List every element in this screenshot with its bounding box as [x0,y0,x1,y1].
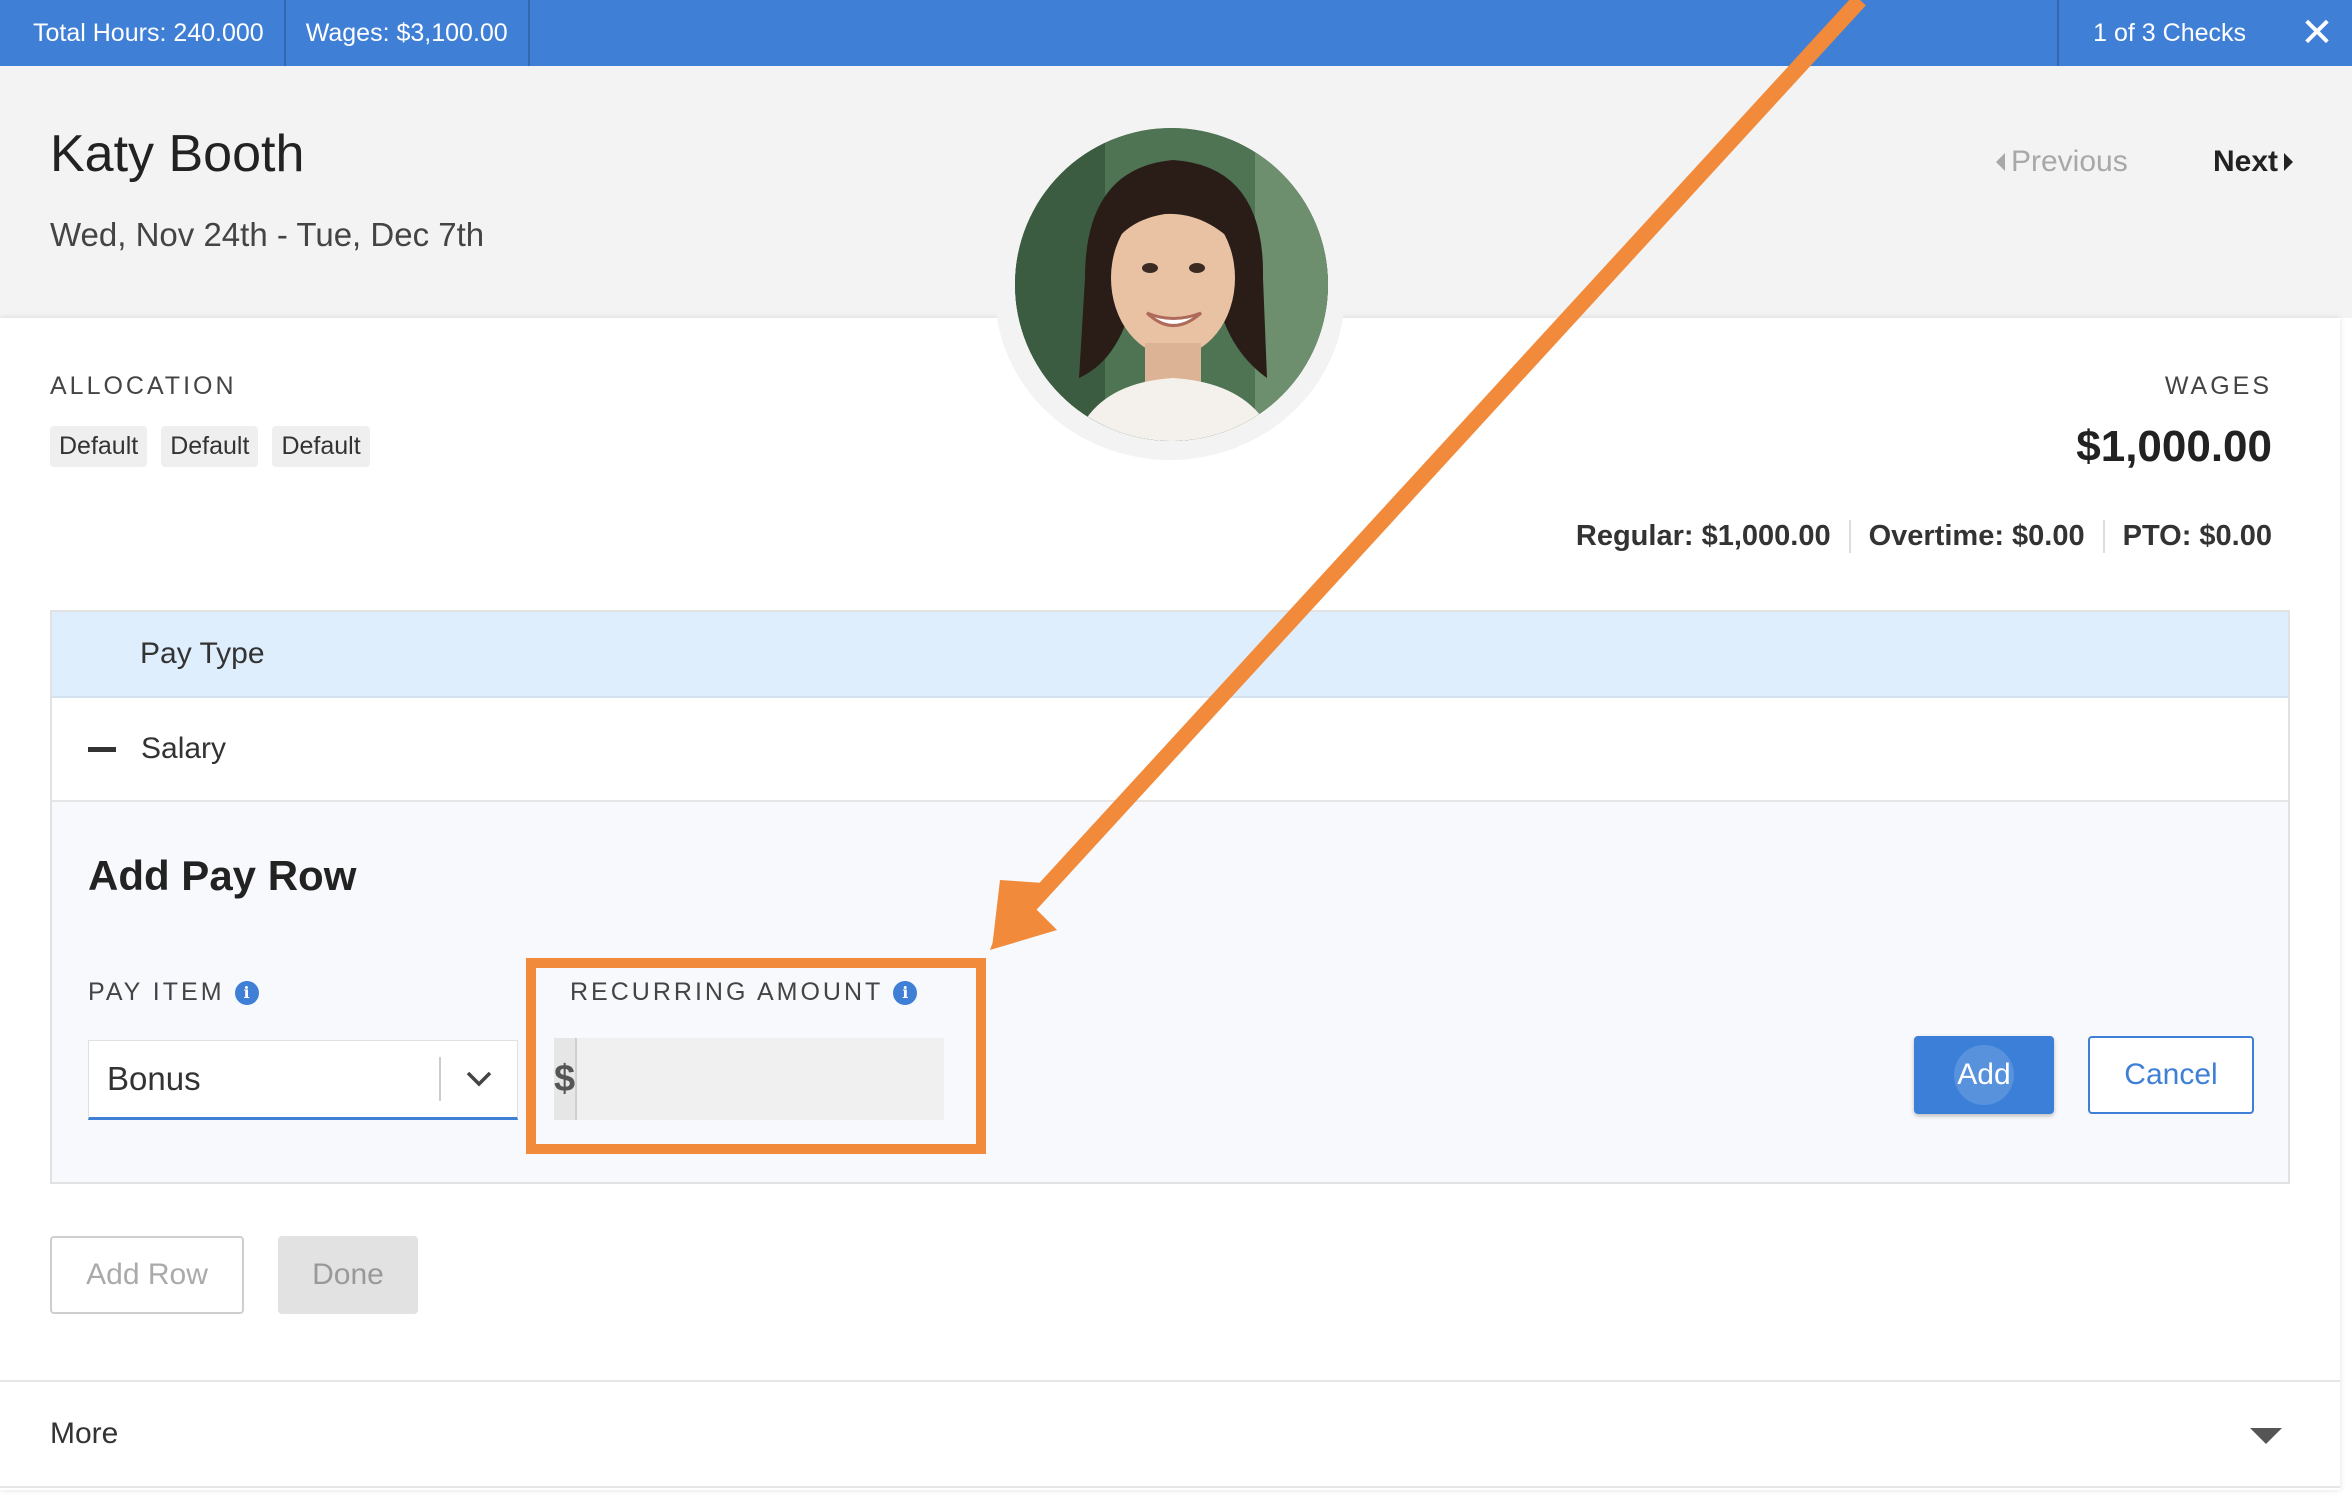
next-button[interactable]: Next [2213,145,2294,179]
recurring-amount-input[interactable] [577,1038,978,1120]
add-pay-row-title: Add Pay Row [88,852,357,899]
add-button-label: Add [1957,1058,2011,1091]
regular-wages: Regular: $1,000.00 [1575,520,1831,552]
more-section[interactable]: More [0,1380,2340,1488]
allocation-chip: Default [272,426,370,467]
total-hours: Total Hours: 240.000 [0,0,286,66]
pto-wages: PTO: $0.00 [2102,520,2272,553]
check-counter: 1 of 3 Checks [2057,0,2282,66]
allocation-chip: Default [50,426,148,467]
cancel-button[interactable]: Cancel [2088,1036,2254,1114]
add-pay-row-panel: Add Pay Row PAY ITEM i Bonus RECURRING A… [52,802,2288,1182]
add-button[interactable]: Add [1914,1036,2054,1114]
top-summary-bar: Total Hours: 240.000 Wages: $3,100.00 1 … [0,0,2352,66]
avatar [1015,128,1328,441]
chevron-right-icon [2284,153,2294,171]
recurring-amount-label: RECURRING AMOUNT i [570,978,918,1007]
dollar-icon: $ [554,1038,578,1120]
pay-period: Wed, Nov 24th - Tue, Dec 7th [50,216,485,253]
pay-item-label: PAY ITEM i [88,978,259,1007]
chevron-left-icon [1996,153,2005,171]
overtime-wages: Overtime: $0.00 [1848,520,2103,553]
pay-type-header: Pay Type [52,612,2288,698]
info-icon[interactable]: i [234,980,259,1005]
salary-label: Salary [141,732,227,765]
wages-total: $1,000.00 [2076,422,2272,471]
recurring-amount-label-text: RECURRING AMOUNT [570,978,884,1006]
pay-item-value: Bonus [107,1060,201,1097]
info-icon[interactable]: i [893,980,918,1005]
pay-table: Pay Type Salary Add Pay Row PAY ITEM i B… [50,610,2290,1184]
wages-label: WAGES [2164,372,2272,400]
close-icon[interactable]: ✕ [2282,0,2352,66]
next-label: Next [2213,145,2279,178]
chevron-down-icon[interactable] [441,1071,517,1087]
pay-item-label-text: PAY ITEM [88,978,225,1006]
pay-item-select[interactable]: Bonus [88,1040,518,1120]
more-label: More [50,1417,119,1450]
allocation-chip: Default [161,426,259,467]
wages-breakdown: Regular: $1,000.00 Overtime: $0.00 PTO: … [1576,520,2272,553]
collapse-minus-icon[interactable] [88,746,116,752]
salary-row[interactable]: Salary [52,698,2288,802]
employee-name: Katy Booth [50,125,305,183]
total-wages: Wages: $3,100.00 [286,0,530,66]
caret-down-icon[interactable] [2250,1428,2282,1444]
allocation-chips: Default Default Default [50,426,370,467]
add-row-button[interactable]: Add Row [50,1236,244,1314]
avatar-photo [1015,128,1328,441]
allocation-label: ALLOCATION [50,372,237,400]
previous-label: Previous [2011,145,2128,178]
done-button[interactable]: Done [278,1236,418,1314]
previous-button[interactable]: Previous [1996,145,2128,179]
recurring-amount-field[interactable]: $ [554,1038,978,1120]
